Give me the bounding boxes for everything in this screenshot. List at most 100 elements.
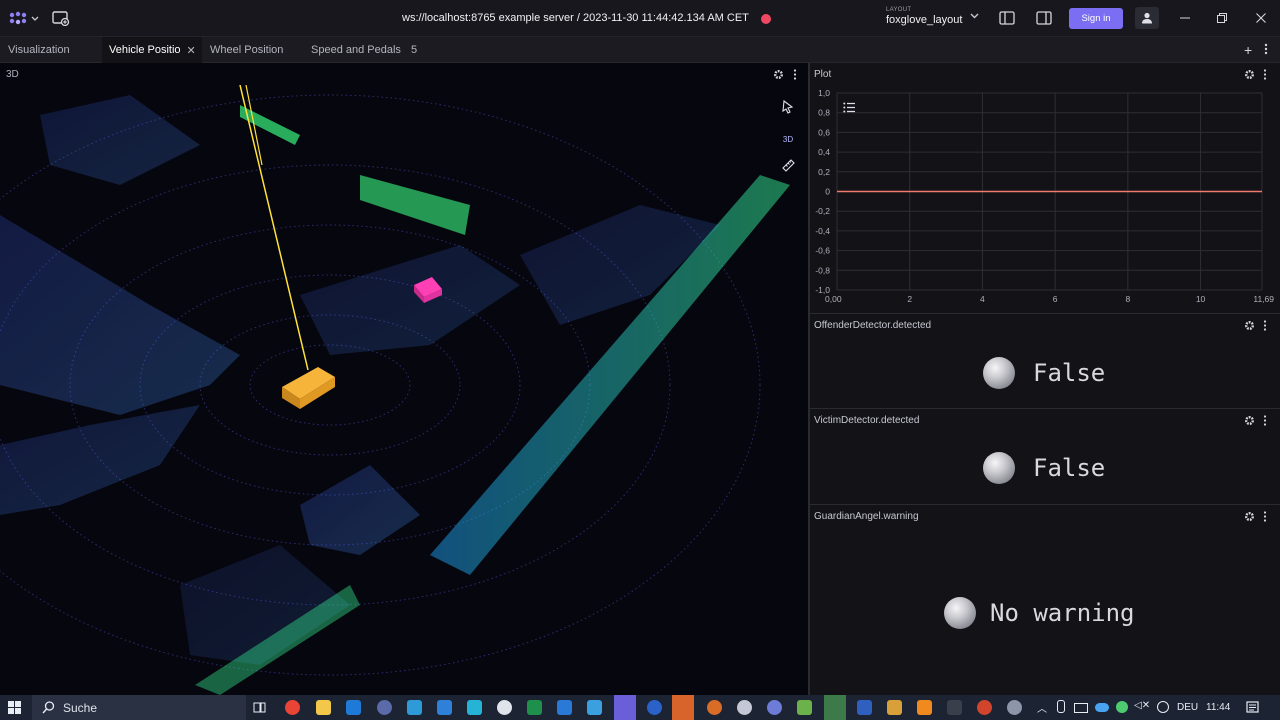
foxglove-app: ws://localhost:8765 example server / 202…	[0, 0, 1280, 720]
y-tick-label: -0,4	[815, 226, 830, 236]
taskbar-clock[interactable]: 11:44	[1206, 702, 1230, 713]
x-tick-label: 2	[907, 294, 912, 304]
3d-mode-button[interactable]: 3D	[778, 129, 798, 149]
select-tool-button[interactable]	[778, 97, 798, 117]
app-icon[interactable]	[887, 700, 902, 715]
app-icon[interactable]	[497, 700, 512, 715]
app-icon[interactable]	[797, 700, 812, 715]
search-label: Suche	[63, 700, 98, 715]
y-tick-label: 0,4	[818, 147, 830, 157]
task-view-icon[interactable]	[252, 700, 267, 715]
vscode-icon[interactable]	[437, 700, 452, 715]
app-icon[interactable]	[947, 700, 962, 715]
settings-gear-icon[interactable]	[1244, 511, 1255, 522]
app-icon[interactable]	[647, 700, 662, 715]
network-icon[interactable]	[1157, 701, 1169, 713]
3d-mode-label: 3D	[782, 134, 794, 144]
indicator-bulb	[983, 357, 1015, 389]
connection-status-dot	[761, 14, 771, 24]
settings-icon[interactable]	[737, 700, 752, 715]
data-source-icon[interactable]	[52, 10, 70, 26]
y-tick-label: 0,6	[818, 127, 830, 137]
more-vertical-icon[interactable]	[1263, 415, 1267, 426]
settings-gear-icon[interactable]	[1244, 69, 1255, 80]
panel-title: OffenderDetector.detected	[814, 320, 932, 331]
tab-visualization[interactable]: Visualization	[0, 37, 102, 63]
battery-icon[interactable]	[1057, 700, 1065, 713]
app-icon[interactable]	[1007, 700, 1022, 715]
y-tick-label: 1,0	[818, 88, 830, 98]
outlook-icon[interactable]	[346, 700, 361, 715]
layout-tab-bar: Visualization Vehicle Positio ✕ Wheel Pos…	[0, 37, 1280, 63]
speaker-muted-icon[interactable]: ◁✕	[1134, 700, 1150, 711]
maximize-icon[interactable]	[1217, 13, 1227, 23]
measure-tool-button[interactable]	[778, 155, 798, 175]
app-icon[interactable]	[557, 700, 572, 715]
more-vertical-icon[interactable]	[1263, 69, 1267, 80]
settings-gear-icon[interactable]	[773, 69, 784, 80]
user-icon	[1142, 12, 1152, 24]
language-indicator[interactable]: DEU	[1177, 702, 1198, 713]
user-menu-button[interactable]	[1135, 7, 1159, 29]
left-sidebar-toggle-icon[interactable]	[999, 11, 1015, 25]
y-tick-label: 0	[825, 187, 830, 197]
app-icon[interactable]	[824, 695, 846, 720]
powerpoint-icon[interactable]	[977, 700, 992, 715]
connection-status[interactable]: ws://localhost:8765 example server / 202…	[402, 12, 749, 24]
title-bar: ws://localhost:8765 example server / 202…	[0, 0, 1280, 37]
layout-selector[interactable]: LAYOUT foxglove_layout	[886, 7, 962, 26]
app-icon[interactable]	[672, 695, 694, 720]
check-icon[interactable]	[1116, 701, 1128, 713]
tab-speed-and-pedals[interactable]: Speed and Pedals	[302, 37, 404, 63]
tab-vehicle-position[interactable]: Vehicle Positio ✕	[102, 37, 202, 63]
sign-in-button[interactable]: Sign in	[1069, 8, 1123, 29]
app-icon[interactable]	[767, 700, 782, 715]
app-icon[interactable]	[377, 700, 392, 715]
app-icon[interactable]	[587, 700, 602, 715]
excel-icon[interactable]	[527, 700, 542, 715]
tab-label: Vehicle Positio	[109, 44, 181, 56]
close-icon[interactable]	[1256, 13, 1266, 23]
more-vertical-icon[interactable]	[1264, 43, 1268, 55]
tab-wheel-position[interactable]: Wheel Position	[202, 37, 302, 63]
app-icon[interactable]	[407, 700, 422, 715]
indicator-bulb	[983, 452, 1015, 484]
x-tick-label: 4	[980, 294, 985, 304]
minimize-icon[interactable]	[1180, 17, 1190, 19]
tab-5[interactable]: 5	[404, 37, 428, 63]
foxglove-taskbar-icon[interactable]	[614, 695, 636, 720]
file-explorer-icon[interactable]	[316, 700, 331, 715]
search-icon	[42, 701, 55, 714]
display-icon[interactable]	[1074, 703, 1088, 713]
tab-label: Wheel Position	[210, 44, 284, 56]
app-icon[interactable]	[707, 700, 722, 715]
chrome-icon[interactable]	[285, 700, 300, 715]
vlc-icon[interactable]	[917, 700, 932, 715]
right-sidebar-toggle-icon[interactable]	[1036, 11, 1052, 25]
more-vertical-icon[interactable]	[793, 69, 797, 80]
settings-gear-icon[interactable]	[1244, 320, 1255, 331]
point-cloud-viewport[interactable]	[0, 85, 808, 695]
app-menu-button[interactable]	[8, 10, 42, 28]
onedrive-icon[interactable]	[1095, 703, 1109, 712]
chevron-down-icon[interactable]	[970, 13, 979, 19]
more-vertical-icon[interactable]	[1263, 511, 1267, 522]
settings-gear-icon[interactable]	[1244, 415, 1255, 426]
legend-toggle-button[interactable]	[843, 100, 856, 118]
windows-start-icon[interactable]	[8, 701, 21, 714]
indicator-value: False	[1033, 359, 1106, 387]
add-tab-icon[interactable]: +	[1244, 43, 1252, 57]
terminal-icon[interactable]	[857, 700, 872, 715]
os-taskbar: Suche ︿ ◁✕ DEU 11:44	[0, 695, 1280, 720]
3d-panel[interactable]: 3D 3D	[0, 63, 808, 695]
y-tick-label: 0,2	[818, 167, 830, 177]
tab-label: Visualization	[8, 44, 70, 56]
close-tab-icon[interactable]: ✕	[187, 44, 196, 57]
notification-icon[interactable]	[1246, 701, 1259, 714]
y-tick-label: 0,8	[818, 108, 830, 118]
plot-chart[interactable]: 1,00,80,60,40,20-0,2-0,4-0,6-0,8-1,00,00…	[810, 85, 1280, 314]
more-vertical-icon[interactable]	[1263, 320, 1267, 331]
chevron-up-icon[interactable]: ︿	[1037, 700, 1047, 715]
taskbar-search-box[interactable]: Suche	[32, 695, 246, 720]
app-icon[interactable]	[467, 700, 482, 715]
